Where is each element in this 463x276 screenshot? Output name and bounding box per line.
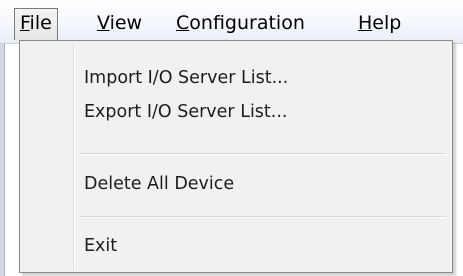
menu-item-exit-label: Exit <box>84 236 118 256</box>
application-window: File View Configuration Help Import I/O … <box>0 0 463 276</box>
menu-item-import-io-server-list[interactable]: Import I/O Server List... <box>22 62 450 94</box>
menu-item-exit[interactable]: Exit <box>22 230 450 262</box>
menu-file-mnemonic: F <box>20 12 30 34</box>
menu-file[interactable]: File <box>14 8 58 40</box>
menu-configuration-rest: onfiguration <box>189 12 305 34</box>
window-left-edge <box>0 44 5 276</box>
menu-item-delete-all-device[interactable]: Delete All Device <box>22 168 450 200</box>
menu-help-mnemonic: H <box>358 12 373 34</box>
file-menu-dropdown: Import I/O Server List... Export I/O Ser… <box>19 40 453 273</box>
menu-view-mnemonic: V <box>97 12 110 34</box>
menu-help[interactable]: Help <box>352 9 407 37</box>
menu-item-import-label: Import I/O Server List... <box>84 68 289 88</box>
menu-separator <box>80 153 446 155</box>
menu-item-export-label: Export I/O Server List... <box>84 102 288 122</box>
menu-item-export-io-server-list[interactable]: Export I/O Server List... <box>22 96 450 128</box>
menu-file-rest: ile <box>29 12 52 34</box>
menu-separator <box>80 216 446 218</box>
menu-view-rest: iew <box>109 12 143 34</box>
menu-item-delete-label: Delete All Device <box>84 174 235 194</box>
menu-configuration-mnemonic: C <box>176 12 190 34</box>
menu-configuration[interactable]: Configuration <box>170 9 311 37</box>
menu-bar: File View Configuration Help <box>0 0 463 44</box>
menu-help-rest: elp <box>372 12 402 34</box>
menu-view[interactable]: View <box>91 9 148 37</box>
